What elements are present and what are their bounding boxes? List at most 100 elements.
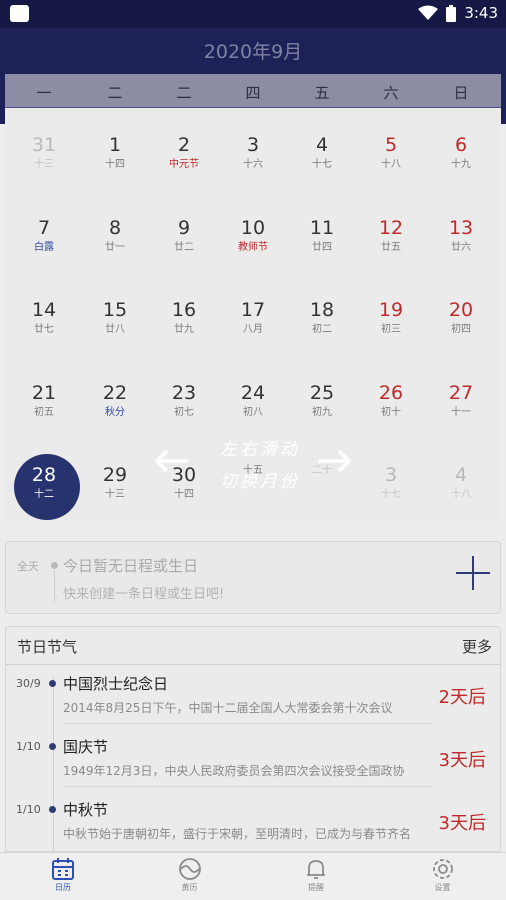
calendar-day[interactable]: 5 十八: [356, 133, 426, 193]
lunar-label: 廿六: [451, 242, 471, 253]
calendar-day[interactable]: 22 秋分: [80, 381, 150, 441]
festival-description: 2014年8月25日下午，中国十二届全国人大常委会第十次会议: [63, 701, 393, 715]
tab-gear[interactable]: 设置: [380, 857, 506, 900]
schedule-card[interactable]: 全天 今日暂无日程或生日 快来创建一条日程或生日吧!: [5, 541, 501, 614]
weekday-label: 五: [314, 84, 330, 102]
festival-item[interactable]: 1/10 中秋节 中秋节始于唐朝初年，盛行于宋朝，至明清时，已成为与春节齐名 3天后: [6, 797, 500, 851]
tab-bell[interactable]: 提醒: [253, 857, 379, 900]
tab-label: 提醒: [308, 883, 324, 892]
day-number: 23: [171, 382, 197, 404]
calendar-day[interactable]: 16 廿九: [149, 298, 219, 358]
calendar-day[interactable]: 31 十三: [9, 133, 79, 193]
calendar-day[interactable]: 29 十三: [80, 463, 150, 523]
month-title[interactable]: 2020年9月: [0, 37, 506, 64]
day-number: 17: [240, 299, 266, 321]
lunar-label: 十九: [451, 159, 471, 170]
lunar-label: 初四: [451, 324, 471, 335]
schedule-empty-subtitle: 快来创建一条日程或生日吧!: [63, 587, 225, 602]
calendar-day[interactable]: 26 初十: [356, 381, 426, 441]
day-number: 25: [309, 382, 335, 404]
timeline-dot: [51, 562, 58, 569]
lunar-label: 初八: [243, 407, 263, 418]
swipe-hint: 左右滑动 切换月份: [155, 430, 355, 496]
day-number: 9: [177, 217, 191, 239]
tab-calendar[interactable]: 日历: [0, 857, 126, 900]
lunar-label: 初七: [174, 407, 194, 418]
day-number: 3: [384, 464, 398, 486]
lunar-label: 十八: [381, 159, 401, 170]
festivals-title: 节日节气: [17, 638, 78, 656]
calendar-day[interactable]: 1 十四: [80, 133, 150, 193]
calendar-day[interactable]: 19 初三: [356, 298, 426, 358]
calendar-day[interactable]: 4 十八: [426, 463, 496, 523]
tab-label: 日历: [55, 883, 71, 892]
day-number: 2: [177, 134, 191, 156]
festival-dot: [49, 680, 56, 687]
festival-divider: [63, 723, 433, 724]
lunar-label: 初三: [381, 324, 401, 335]
calendar-day-today[interactable]: 28 十二: [9, 463, 79, 523]
day-number: 5: [384, 134, 398, 156]
weekday-label: 二: [176, 84, 192, 102]
calendar-day[interactable]: 10 教师节: [218, 216, 288, 276]
timeline-line: [54, 571, 55, 603]
calendar-day[interactable]: 9 廿二: [149, 216, 219, 276]
day-number: 16: [171, 299, 197, 321]
calendar-day[interactable]: 17 八月: [218, 298, 288, 358]
lunar-label: 廿五: [381, 242, 401, 253]
calendar-day[interactable]: 20 初四: [426, 298, 496, 358]
day-number: 29: [102, 464, 128, 486]
calendar-day[interactable]: 8 廿一: [80, 216, 150, 276]
day-number: 21: [31, 382, 57, 404]
calendar-day[interactable]: 3 十七: [356, 463, 426, 523]
day-number: 24: [240, 382, 266, 404]
lunar-label: 八月: [243, 324, 263, 335]
weekday-label: 六: [383, 84, 399, 102]
day-number: 6: [454, 134, 468, 156]
calendar-icon: [0, 857, 126, 881]
festival-description: 中秋节始于唐朝初年，盛行于宋朝，至明清时，已成为与春节齐名: [63, 827, 412, 841]
calendar-day[interactable]: 7 白露: [9, 216, 79, 276]
day-number: 12: [378, 217, 404, 239]
day-number: 4: [315, 134, 329, 156]
festival-name: 中秋节: [63, 801, 109, 819]
festival-dot: [49, 743, 56, 750]
calendar-day[interactable]: 2 中元节: [149, 133, 219, 193]
calendar-day[interactable]: 6 十九: [426, 133, 496, 193]
day-number: 4: [454, 464, 468, 486]
festival-divider: [63, 786, 433, 787]
tab-almanac[interactable]: 黄历: [127, 857, 253, 900]
day-number: 18: [309, 299, 335, 321]
lunar-label: 初十: [381, 407, 401, 418]
bell-icon: [253, 857, 379, 881]
day-number: 1: [108, 134, 122, 156]
lunar-label: 白露: [34, 242, 54, 253]
calendar-day[interactable]: 15 廿八: [80, 298, 150, 358]
calendar-day[interactable]: 4 十七: [287, 133, 357, 193]
festivals-more-button[interactable]: 更多: [462, 636, 492, 657]
festival-name: 国庆节: [63, 738, 109, 756]
calendar-day[interactable]: 11 廿四: [287, 216, 357, 276]
day-number: 19: [378, 299, 404, 321]
festival-date: 30/9: [16, 677, 41, 690]
calendar-day[interactable]: 3 十六: [218, 133, 288, 193]
calendar-day[interactable]: 18 初二: [287, 298, 357, 358]
festival-countdown: 3天后: [438, 813, 486, 834]
calendar-day[interactable]: 14 廿七: [9, 298, 79, 358]
day-number: 10: [240, 217, 266, 239]
hint-line-2: 切换月份: [220, 472, 300, 492]
festival-item[interactable]: 30/9 中国烈士纪念日 2014年8月25日下午，中国十二届全国人大常委会第十次会…: [6, 671, 500, 733]
lunar-label: 十六: [243, 159, 263, 170]
calendar-day[interactable]: 21 初五: [9, 381, 79, 441]
festival-item[interactable]: 1/10 国庆节 1949年12月3日，中央人民政府委员会第四次会议接受全国政协 3天…: [6, 734, 500, 796]
add-schedule-button[interactable]: [456, 556, 490, 590]
arrow-left-icon: [155, 449, 188, 473]
festival-countdown: 3天后: [438, 750, 486, 771]
festival-name: 中国烈士纪念日: [63, 675, 169, 693]
calendar-day[interactable]: 27 十一: [426, 381, 496, 441]
calendar-day[interactable]: 12 廿五: [356, 216, 426, 276]
lunar-label: 十三: [34, 159, 54, 170]
schedule-empty-title: 今日暂无日程或生日: [63, 557, 199, 575]
status-time: 3:43: [464, 4, 498, 22]
calendar-day[interactable]: 13 廿六: [426, 216, 496, 276]
